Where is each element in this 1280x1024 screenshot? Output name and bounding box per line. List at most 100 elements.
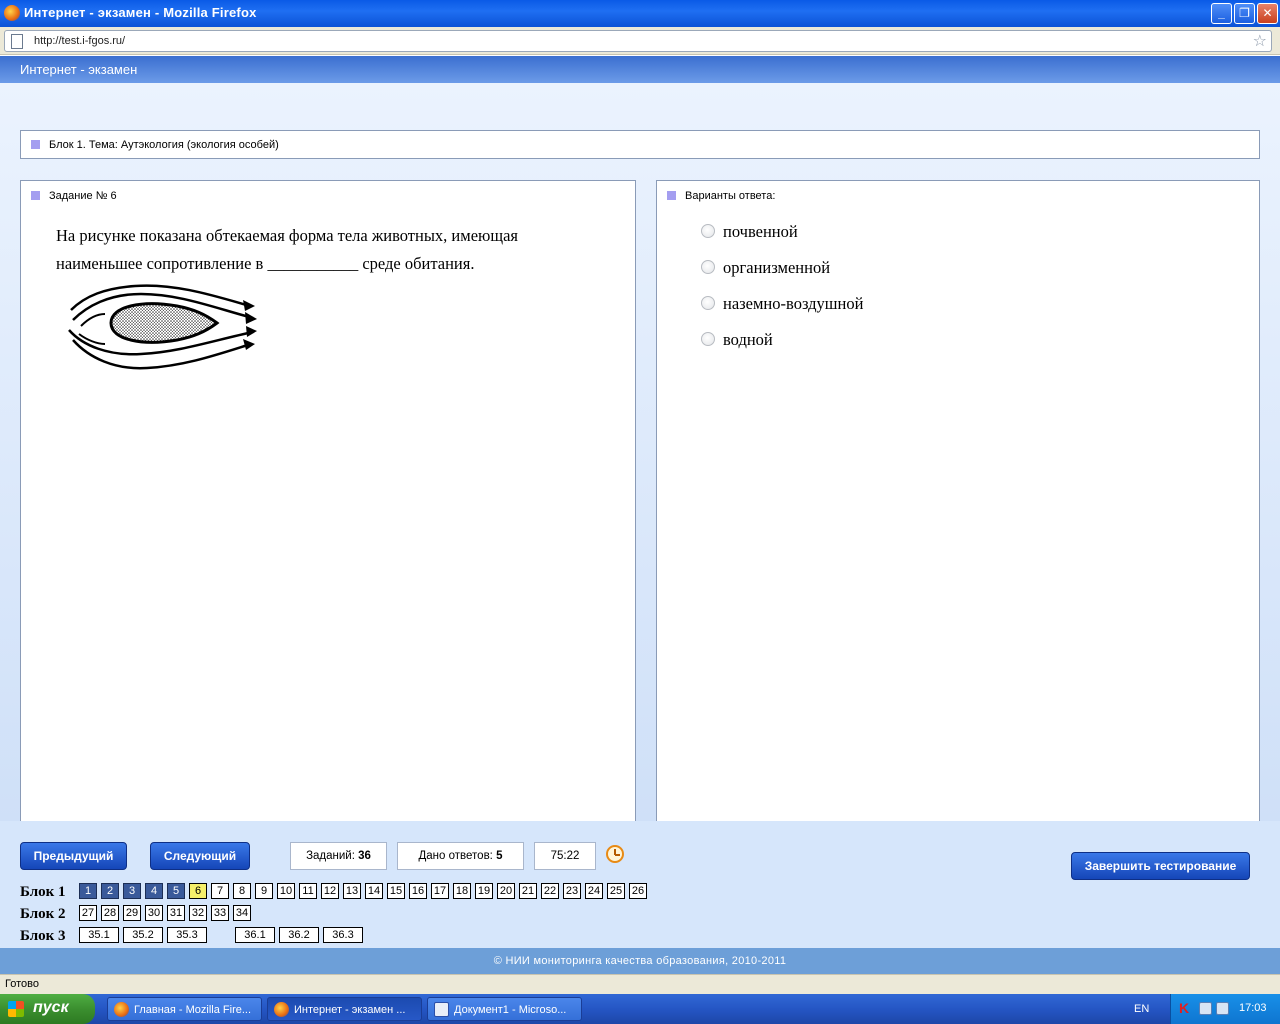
answer-option-4[interactable]: водной — [701, 330, 773, 350]
question-nav-cell[interactable]: 16 — [409, 883, 427, 899]
bullet-icon — [667, 191, 676, 200]
taskbar-item-exam[interactable]: Интернет - экзамен ... — [267, 997, 422, 1021]
radio-button[interactable] — [701, 224, 715, 238]
tasks-value: 36 — [358, 850, 371, 862]
answered-label: Дано ответов: — [418, 850, 493, 862]
answered-count: Дано ответов: 5 — [397, 842, 524, 870]
answer-label: наземно-воздушной — [723, 294, 864, 313]
question-nav-cell[interactable]: 31 — [167, 905, 185, 921]
minimize-button[interactable]: _ — [1211, 3, 1232, 24]
question-nav-cell[interactable]: 8 — [233, 883, 251, 899]
question-nav-cell[interactable]: 23 — [563, 883, 581, 899]
question-nav-cell[interactable]: 17 — [431, 883, 449, 899]
taskbar-item-firefox-home[interactable]: Главная - Mozilla Fire... — [107, 997, 262, 1021]
tasks-label: Заданий: — [306, 850, 355, 862]
tasks-count: Заданий: 36 — [290, 842, 387, 870]
radio-button[interactable] — [701, 296, 715, 310]
question-nav-cell[interactable]: 4 — [145, 883, 163, 899]
radio-button[interactable] — [701, 260, 715, 274]
question-nav-cell[interactable]: 36.3 — [323, 927, 363, 943]
radio-button[interactable] — [701, 332, 715, 346]
question-nav-cell[interactable]: 15 — [387, 883, 405, 899]
windows-logo-icon — [8, 1001, 24, 1017]
window-titlebar: Интернет - экзамен - Mozilla Firefox _ ❐… — [0, 0, 1280, 27]
block3-nav: 35.1 35.2 35.3 36.1 36.2 36.3 — [79, 927, 363, 944]
system-tray: K 17:03 — [1170, 994, 1280, 1024]
url-field[interactable]: http://test.i-fgos.ru/ ☆ — [4, 30, 1272, 52]
question-nav-cell[interactable]: 26 — [629, 883, 647, 899]
block1-label: Блок 1 — [20, 884, 66, 900]
block2-nav: 27 28 29 30 31 32 33 34 — [79, 905, 251, 922]
question-nav-cell[interactable]: 36.1 — [235, 927, 275, 943]
answered-value: 5 — [496, 850, 503, 862]
question-nav-cell[interactable]: 19 — [475, 883, 493, 899]
star-icon[interactable]: ☆ — [1253, 31, 1267, 51]
maximize-button[interactable]: ❐ — [1234, 3, 1255, 24]
page-header: Интернет - экзамен — [0, 56, 1280, 83]
next-button[interactable]: Следующий — [150, 842, 250, 870]
question-nav-cell[interactable]: 25 — [607, 883, 625, 899]
page-footer: © НИИ мониторинга качества образования, … — [0, 948, 1280, 974]
block-title: Блок 1. Тема: Аутэкология (экология особ… — [49, 139, 279, 151]
question-nav-cell[interactable]: 24 — [585, 883, 603, 899]
question-nav-cell[interactable]: 21 — [519, 883, 537, 899]
url-text: http://test.i-fgos.ru/ — [34, 35, 126, 47]
question-nav-cell[interactable]: 1 — [79, 883, 97, 899]
bullet-icon — [31, 140, 40, 149]
question-nav-cell[interactable]: 12 — [321, 883, 339, 899]
network-icon[interactable] — [1199, 1002, 1212, 1015]
clock: 17:03 — [1239, 1002, 1267, 1014]
question-nav-cell[interactable]: 13 — [343, 883, 361, 899]
question-nav-cell[interactable]: 10 — [277, 883, 295, 899]
page-icon — [11, 34, 23, 49]
answer-option-2[interactable]: организменной — [701, 258, 830, 278]
question-nav-cell[interactable]: 35.3 — [167, 927, 207, 943]
volume-icon[interactable] — [1216, 1002, 1229, 1015]
question-nav-cell[interactable]: 18 — [453, 883, 471, 899]
question-nav-cell[interactable]: 36.2 — [279, 927, 319, 943]
status-text: Готово — [5, 978, 39, 990]
question-nav-cell[interactable]: 35.1 — [79, 927, 119, 943]
finish-test-button[interactable]: Завершить тестирование — [1071, 852, 1250, 880]
taskbar-item-label: Главная - Mozilla Fire... — [134, 1004, 252, 1016]
close-button[interactable]: ✕ — [1257, 3, 1278, 24]
question-nav-cell[interactable]: 34 — [233, 905, 251, 921]
taskbar-item-label: Интернет - экзамен ... — [294, 1004, 406, 1016]
task-header: Задание № 6 — [49, 190, 117, 202]
question-nav-cell[interactable]: 20 — [497, 883, 515, 899]
firefox-icon — [4, 5, 20, 21]
taskbar-item-word[interactable]: Документ1 - Microso... — [427, 997, 582, 1021]
answer-option-1[interactable]: почвенной — [701, 222, 798, 242]
question-nav-cell[interactable]: 28 — [101, 905, 119, 921]
language-indicator[interactable]: EN — [1134, 1003, 1149, 1015]
question-nav-cell[interactable]: 6 — [189, 883, 207, 899]
window-title: Интернет - экзамен - Mozilla Firefox — [24, 5, 257, 20]
question-nav-cell[interactable]: 32 — [189, 905, 207, 921]
question-nav-cell[interactable]: 9 — [255, 883, 273, 899]
answer-label: почвенной — [723, 222, 798, 241]
question-nav-cell[interactable]: 3 — [123, 883, 141, 899]
address-bar: http://test.i-fgos.ru/ ☆ — [0, 27, 1280, 55]
block-title-panel: Блок 1. Тема: Аутэкология (экология особ… — [20, 130, 1260, 159]
question-nav-cell[interactable]: 11 — [299, 883, 317, 899]
prev-button[interactable]: Предыдущий — [20, 842, 127, 870]
question-nav-cell[interactable]: 14 — [365, 883, 383, 899]
question-nav-cell[interactable]: 5 — [167, 883, 185, 899]
taskbar-item-label: Документ1 - Microso... — [454, 1004, 567, 1016]
antivirus-icon[interactable]: K — [1179, 1001, 1193, 1016]
bullet-icon — [31, 191, 40, 200]
question-nav-cell[interactable]: 22 — [541, 883, 559, 899]
question-nav-cell[interactable]: 29 — [123, 905, 141, 921]
answer-option-3[interactable]: наземно-воздушной — [701, 294, 863, 314]
timer: 75:22 — [534, 842, 596, 870]
start-button[interactable]: пуск — [0, 994, 95, 1024]
page: Интернет - экзамен Блок 1. Тема: Аутэкол… — [0, 56, 1280, 974]
task-question: На рисунке показана обтекаемая форма тел… — [56, 226, 518, 273]
question-nav-cell[interactable]: 2 — [101, 883, 119, 899]
question-nav-cell[interactable]: 33 — [211, 905, 229, 921]
question-nav-cell[interactable]: 35.2 — [123, 927, 163, 943]
question-nav-cell[interactable]: 27 — [79, 905, 97, 921]
question-nav-cell[interactable]: 30 — [145, 905, 163, 921]
question-nav-cell[interactable]: 7 — [211, 883, 229, 899]
